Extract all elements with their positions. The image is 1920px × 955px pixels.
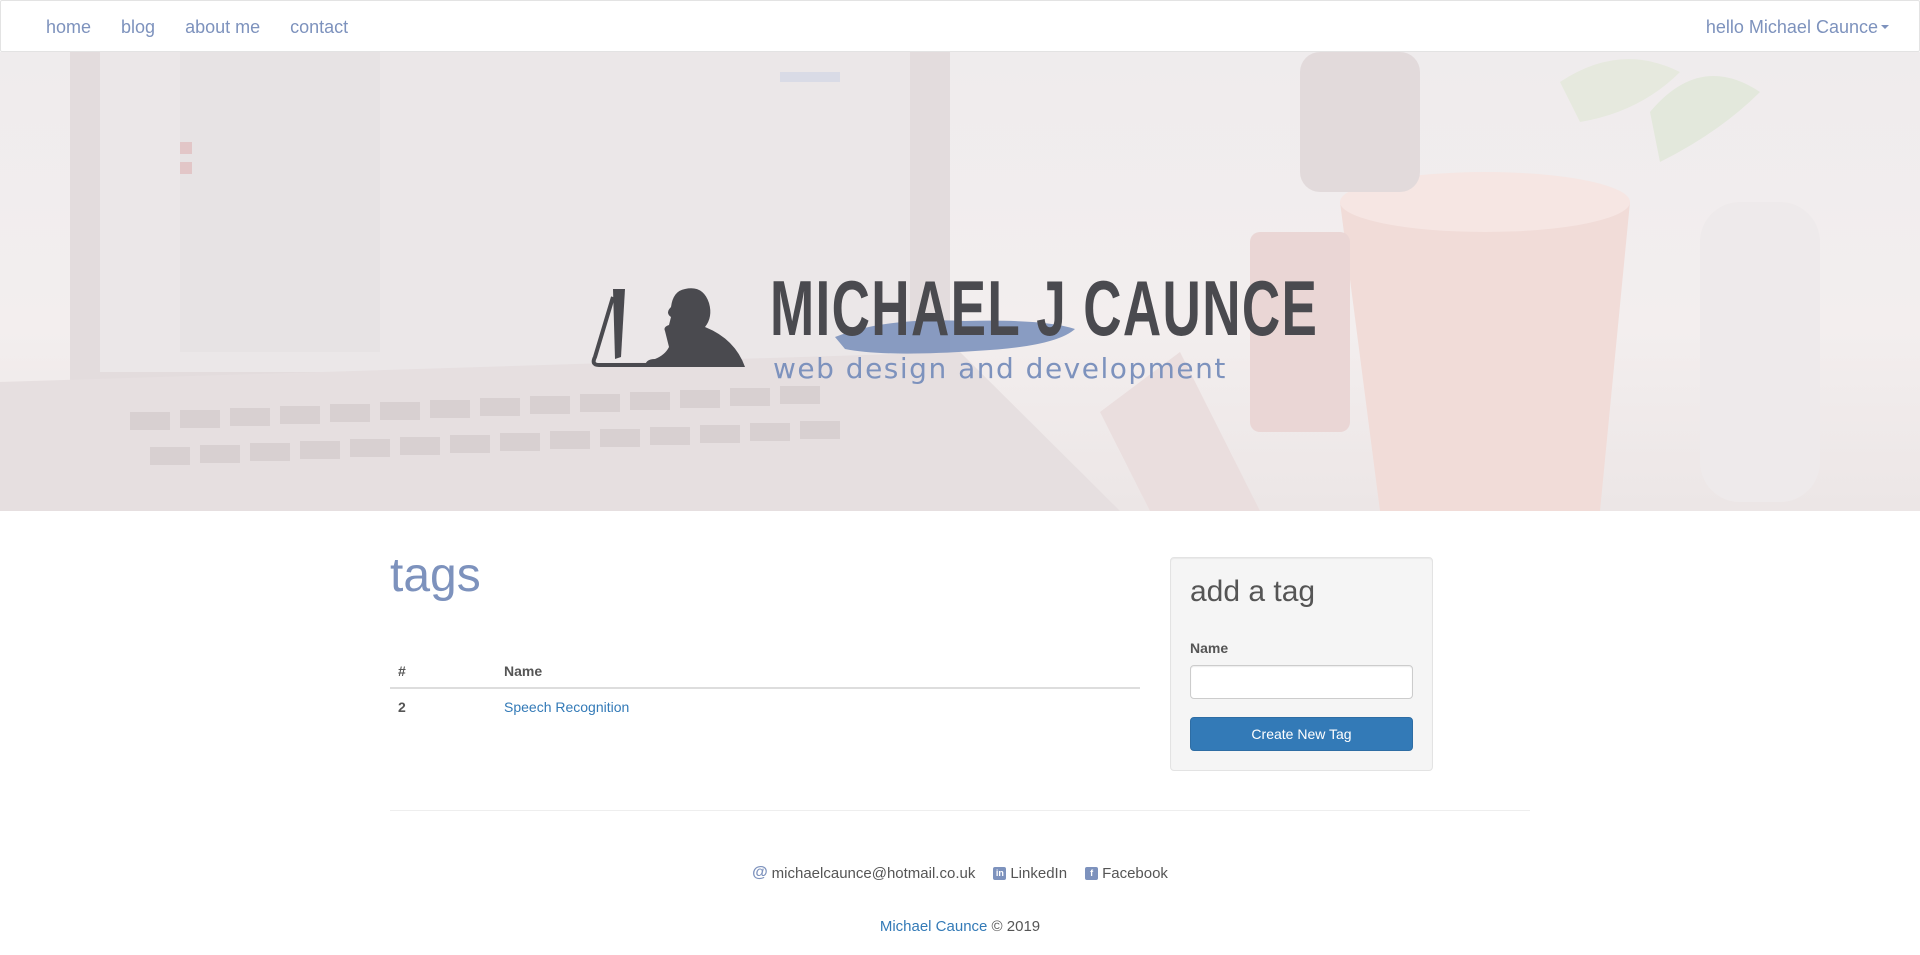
nav-about-me[interactable]: about me (170, 17, 275, 38)
logo-silhouette-icon (591, 288, 745, 367)
tag-id-cell: 2 (398, 698, 406, 715)
tags-table: # Name 2 Speech Recognition (390, 650, 1140, 724)
at-icon: @ (752, 864, 768, 881)
linkedin-text: LinkedIn (1010, 864, 1068, 882)
table-row: 2 Speech Recognition (390, 688, 1140, 724)
email-link[interactable]: @ michaelcaunce@hotmail.co.uk (752, 864, 975, 882)
footer-divider (390, 810, 1530, 811)
copyright-name-link[interactable]: Michael Caunce (880, 918, 988, 935)
page-title: tags (390, 549, 481, 602)
table-header-row: # Name (390, 650, 1140, 689)
nav-links: home blog about me contact (31, 1, 363, 53)
facebook-text: Facebook (1102, 864, 1168, 882)
add-tag-panel: add a tag Name Create New Tag (1170, 557, 1433, 771)
name-field-label: Name (1190, 640, 1229, 656)
email-text: michaelcaunce@hotmail.co.uk (771, 864, 976, 882)
nav-home[interactable]: home (31, 17, 106, 38)
hero-banner: MICHAEL J CAUNCE web design and developm… (0, 52, 1920, 511)
logo-title: MICHAEL J CAUNCE (770, 264, 1319, 352)
nav-blog[interactable]: blog (106, 17, 170, 38)
tag-name-input[interactable] (1190, 665, 1413, 699)
copyright-year: © 2019 (987, 918, 1041, 935)
facebook-link[interactable]: f Facebook (1085, 864, 1168, 882)
nav-contact[interactable]: contact (275, 17, 363, 38)
user-menu-dropdown[interactable]: hello Michael Caunce (1706, 1, 1889, 53)
logo-subtitle: web design and development (773, 352, 1227, 385)
linkedin-icon: in (993, 866, 1007, 880)
linkedin-link[interactable]: in LinkedIn (993, 864, 1067, 882)
create-new-tag-button[interactable]: Create New Tag (1190, 717, 1413, 751)
tag-link[interactable]: Speech Recognition (504, 699, 629, 715)
facebook-icon: f (1085, 866, 1099, 880)
site-logo: MICHAEL J CAUNCE web design and developm… (585, 217, 1317, 397)
caret-down-icon (1881, 25, 1889, 29)
navbar: home blog about me contact hello Michael… (0, 0, 1920, 52)
column-header-name: Name (496, 650, 1140, 689)
copyright: Michael Caunce © 2019 (0, 918, 1920, 935)
tag-name-cell: Speech Recognition (496, 688, 1140, 724)
user-menu-label: hello Michael Caunce (1705, 16, 1878, 37)
add-tag-title: add a tag (1190, 575, 1316, 608)
column-header-number: # (390, 650, 496, 689)
social-links: @ michaelcaunce@hotmail.co.uk in LinkedI… (0, 864, 1920, 882)
